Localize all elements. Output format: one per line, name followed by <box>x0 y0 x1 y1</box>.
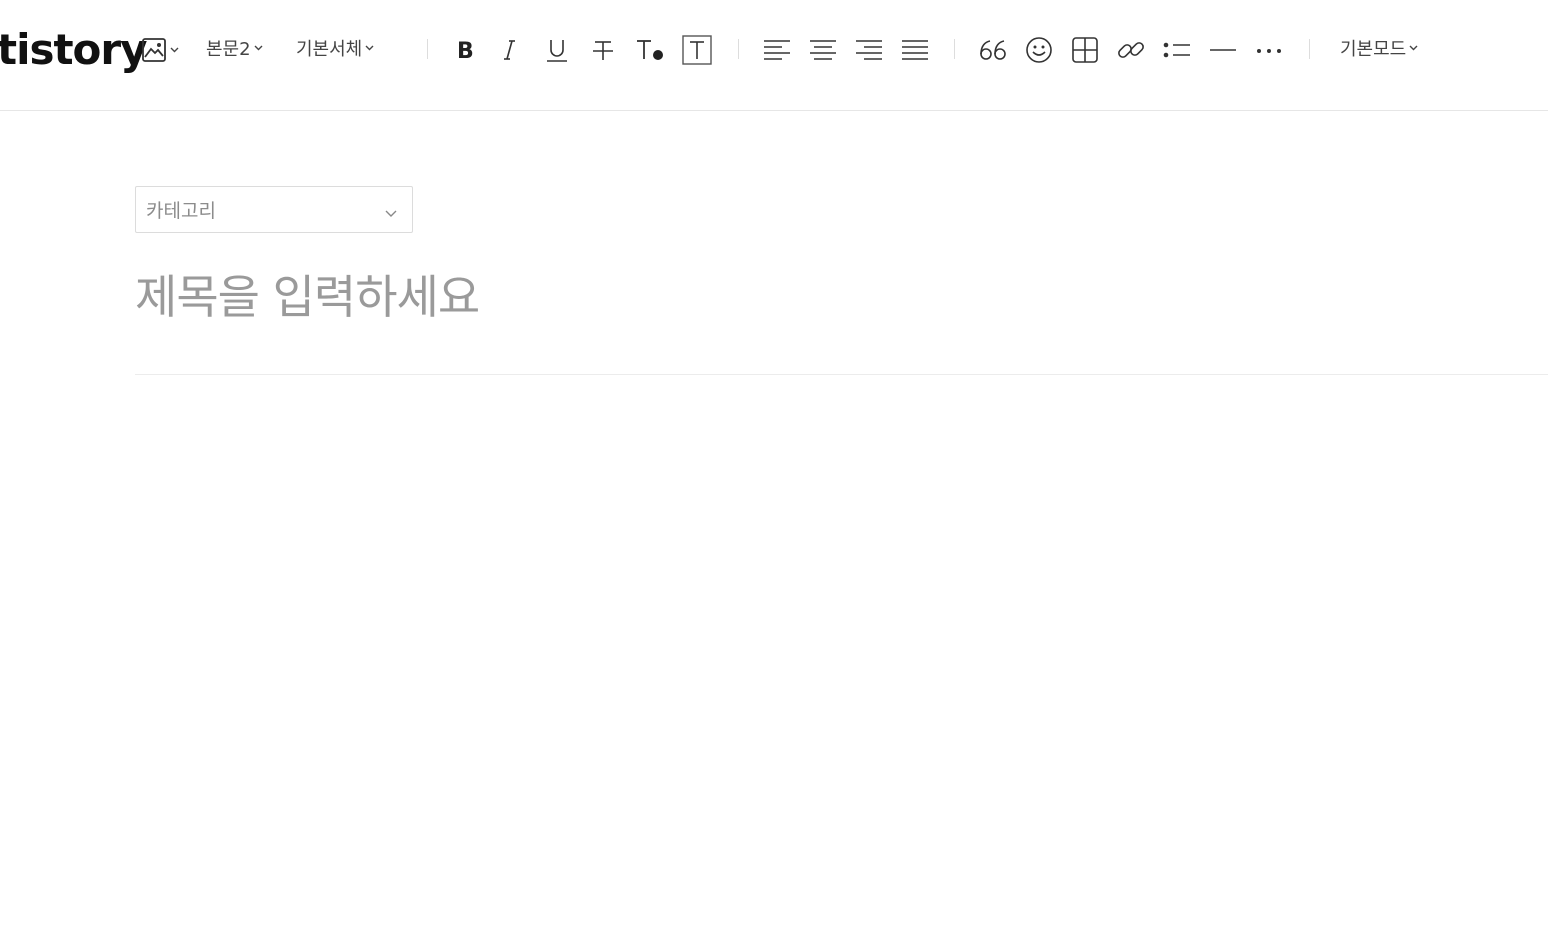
list-icon <box>1163 40 1191 60</box>
more-button[interactable] <box>1252 30 1286 70</box>
link-icon <box>1117 36 1145 64</box>
font-family-dropdown[interactable]: 기본서체 <box>296 30 374 66</box>
font-family-label: 기본서체 <box>296 39 363 60</box>
horizontal-rule-button[interactable] <box>1206 30 1240 70</box>
strikethrough-button[interactable] <box>586 30 620 70</box>
italic-button[interactable] <box>494 30 526 70</box>
editor-mode-label: 기본모드 <box>1340 39 1407 60</box>
text-background-button[interactable] <box>680 30 714 70</box>
quote-icon <box>979 38 1007 62</box>
image-button[interactable] <box>138 30 182 70</box>
table-button[interactable] <box>1068 30 1102 70</box>
align-justify-icon <box>901 39 929 61</box>
category-placeholder: 카테고리 <box>146 200 216 222</box>
title-divider <box>135 374 1548 375</box>
underline-icon <box>545 37 569 63</box>
align-justify-button[interactable] <box>898 30 932 70</box>
quote-button[interactable] <box>976 30 1010 70</box>
toolbar-divider <box>738 39 739 59</box>
chevron-down-icon <box>1409 45 1418 51</box>
italic-icon <box>500 38 520 62</box>
emoticon-icon <box>1025 36 1053 64</box>
paragraph-style-label: 본문2 <box>206 39 251 60</box>
horizontal-rule-icon <box>1209 40 1237 60</box>
strikethrough-icon <box>591 38 615 62</box>
underline-button[interactable] <box>540 30 574 70</box>
table-icon <box>1072 37 1098 63</box>
text-color-icon <box>634 37 666 63</box>
post-body-editor[interactable] <box>135 400 1535 900</box>
align-center-button[interactable] <box>806 30 840 70</box>
align-right-button[interactable] <box>852 30 886 70</box>
align-left-button[interactable] <box>760 30 794 70</box>
svg-text:B: B <box>457 39 474 62</box>
toolbar-divider <box>427 39 428 59</box>
text-color-button[interactable] <box>632 30 668 70</box>
toolbar-divider <box>1309 39 1310 59</box>
chevron-down-icon <box>170 47 179 53</box>
editor-mode-dropdown[interactable]: 기본모드 <box>1340 30 1418 66</box>
image-icon <box>141 37 167 63</box>
chevron-down-icon <box>365 45 374 51</box>
post-title-input[interactable] <box>135 262 1535 332</box>
link-button[interactable] <box>1114 30 1148 70</box>
align-right-icon <box>855 39 883 61</box>
editor-toolbar: tistory 본문2 기본서체 B 기본모드 <box>0 0 1548 111</box>
toolbar-divider <box>954 39 955 59</box>
bold-icon: B <box>454 38 476 62</box>
paragraph-style-dropdown[interactable]: 본문2 <box>206 30 263 66</box>
bold-button[interactable]: B <box>449 30 481 70</box>
emoticon-button[interactable] <box>1022 30 1056 70</box>
tistory-logo[interactable]: tistory <box>0 22 147 78</box>
more-icon <box>1255 40 1283 60</box>
list-button[interactable] <box>1160 30 1194 70</box>
align-center-icon <box>809 39 837 61</box>
category-select[interactable]: 카테고리 <box>135 186 413 233</box>
chevron-down-icon <box>385 203 397 222</box>
align-left-icon <box>763 39 791 61</box>
text-background-icon <box>682 35 712 65</box>
chevron-down-icon <box>254 45 263 51</box>
